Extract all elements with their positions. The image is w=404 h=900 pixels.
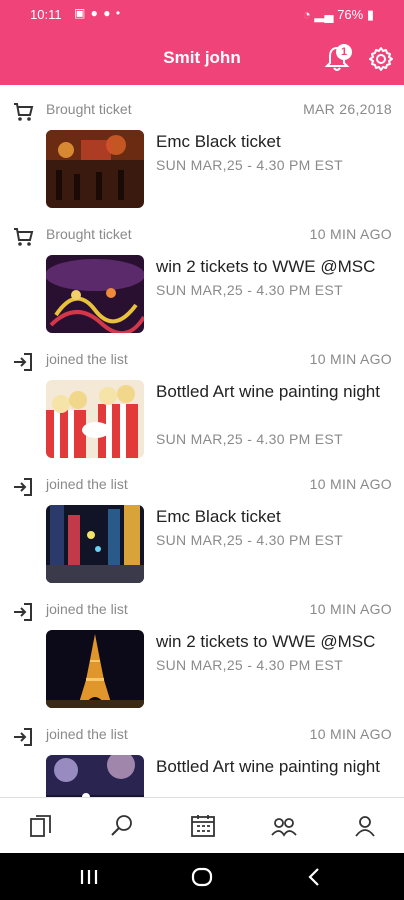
activity-action: joined the list (46, 601, 128, 617)
list-item[interactable]: joined the list 10 MIN AGO Emc Black tic… (0, 460, 404, 585)
bottom-nav (0, 797, 404, 854)
battery-icon: ▮ (366, 7, 374, 22)
list-item[interactable]: joined the list 10 MIN AGO Bottled Art w… (0, 335, 404, 460)
list-item[interactable]: Brought ticket 10 MIN AGO win 2 tickets … (0, 210, 404, 335)
activity-action: Brought ticket (46, 101, 132, 117)
back-icon[interactable] (302, 865, 328, 889)
cart-icon (14, 228, 34, 246)
profile-icon[interactable] (351, 812, 379, 840)
list-item[interactable]: joined the list 10 MIN AGO win 2 tickets… (0, 585, 404, 710)
gear-icon[interactable] (368, 46, 394, 72)
activity-action: joined the list (46, 351, 128, 367)
search-icon[interactable] (108, 812, 136, 840)
list-item[interactable]: joined the list 10 MIN AGO Bottled Art w… (0, 710, 404, 797)
activity-time: 10 MIN AGO (309, 726, 392, 742)
event-date: SUN MAR,25 - 4.30 PM EST (156, 657, 343, 673)
activity-time: 10 MIN AGO (309, 601, 392, 617)
event-thumbnail[interactable] (46, 505, 144, 583)
event-date: SUN MAR,25 - 4.30 PM EST (156, 282, 343, 298)
home-icon[interactable] (189, 865, 215, 889)
signal-icon: ▂▄ (314, 7, 334, 22)
event-title: win 2 tickets to WWE @MSC (156, 257, 376, 276)
calendar-icon[interactable] (189, 812, 217, 840)
activity-action: joined the list (46, 476, 128, 492)
event-thumbnail[interactable] (46, 630, 144, 708)
people-icon[interactable] (270, 812, 298, 840)
event-date: SUN MAR,25 - 4.30 PM EST (156, 157, 343, 173)
event-title: Bottled Art wine painting night (156, 382, 380, 401)
event-thumbnail[interactable] (46, 380, 144, 458)
notification-badge: 1 (336, 44, 352, 60)
list-item[interactable]: Brought ticket MAR 26,2018 Emc Black tic… (0, 85, 404, 210)
app-bar: Smit john 1 (0, 30, 404, 85)
join-icon (14, 478, 32, 496)
event-date: SUN MAR,25 - 4.30 PM EST (156, 431, 343, 447)
status-time: 10:11 (30, 7, 62, 22)
event-title: Emc Black ticket (156, 507, 281, 526)
event-thumbnail[interactable] (46, 255, 144, 333)
recent-apps-icon[interactable] (76, 865, 102, 889)
notification-status-icons: ▣ ● ● • (74, 6, 122, 20)
status-right: ◔ ▂▄ 76% ▮ (303, 7, 374, 23)
event-thumbnail[interactable] (46, 130, 144, 208)
event-title: Bottled Art wine painting night (156, 757, 380, 776)
feed-icon[interactable] (27, 812, 55, 840)
activity-action: joined the list (46, 726, 128, 742)
status-bar: 10:11 ▣ ● ● • ◔ ▂▄ 76% ▮ (0, 0, 404, 30)
activity-time: 10 MIN AGO (309, 351, 392, 367)
cart-icon (14, 103, 34, 121)
activity-time: MAR 26,2018 (303, 101, 392, 117)
battery-percent: 76% (337, 7, 364, 22)
wifi-icon: ◔ (302, 7, 311, 22)
join-icon (14, 353, 32, 371)
join-icon (14, 603, 32, 621)
activity-action: Brought ticket (46, 226, 132, 242)
join-icon (14, 728, 32, 746)
event-title: win 2 tickets to WWE @MSC (156, 632, 376, 651)
event-date: SUN MAR,25 - 4.30 PM EST (156, 532, 343, 548)
system-nav-bar (0, 853, 404, 900)
event-title: Emc Black ticket (156, 132, 281, 151)
activity-time: 10 MIN AGO (309, 476, 392, 492)
activity-feed[interactable]: Brought ticket MAR 26,2018 Emc Black tic… (0, 85, 404, 797)
activity-time: 10 MIN AGO (309, 226, 392, 242)
event-thumbnail[interactable] (46, 755, 144, 797)
